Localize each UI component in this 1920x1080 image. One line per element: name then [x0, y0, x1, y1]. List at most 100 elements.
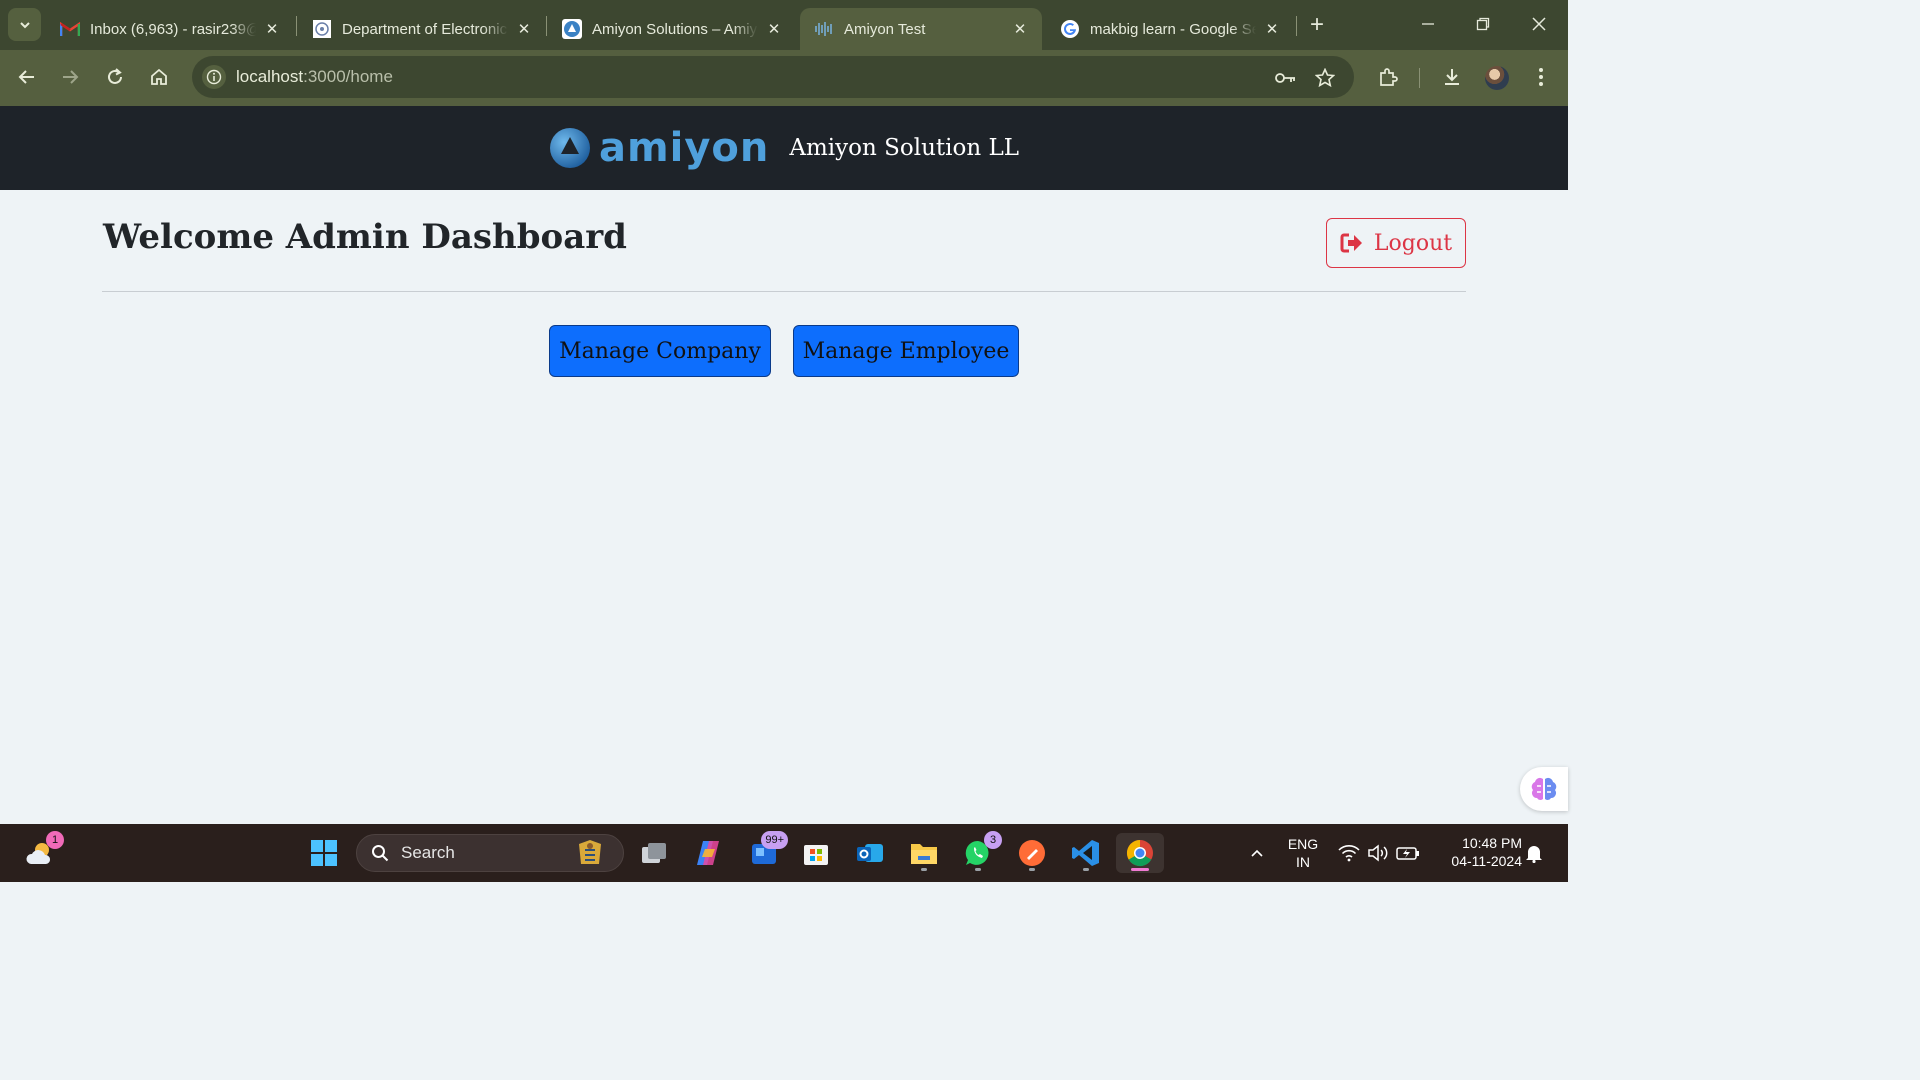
assistant-floating-button[interactable] — [1520, 767, 1568, 811]
running-indicator — [1029, 868, 1035, 871]
outlook-icon — [857, 844, 883, 862]
reload-button[interactable] — [100, 62, 130, 92]
clock-time: 10:48 PM — [1462, 835, 1522, 851]
site-info-button[interactable] — [202, 65, 226, 89]
logout-button[interactable]: Logout — [1326, 218, 1466, 268]
address-bar[interactable]: localhost:3000/home — [192, 56, 1354, 98]
kebab-menu-icon — [1539, 68, 1543, 86]
arrow-right-icon — [63, 70, 79, 84]
close-icon[interactable]: ✕ — [764, 19, 784, 39]
search-icon — [372, 845, 389, 862]
close-icon — [1532, 17, 1546, 31]
tab-separator — [546, 16, 547, 36]
downloads-button[interactable] — [1437, 62, 1467, 92]
microsoft-store-app[interactable] — [796, 833, 836, 873]
manage-company-button[interactable]: Manage Company — [549, 325, 771, 377]
folder-icon — [911, 844, 937, 864]
password-key-button[interactable] — [1274, 66, 1298, 90]
forward-button[interactable] — [55, 62, 85, 92]
url-host: localhost — [236, 67, 304, 86]
running-indicator — [975, 868, 981, 871]
minimize-button[interactable] — [1408, 8, 1448, 40]
vscode-icon — [1072, 840, 1099, 866]
language-indicator[interactable]: ENG IN — [1282, 835, 1324, 871]
close-icon[interactable]: ✕ — [262, 19, 282, 39]
clock[interactable]: 10:48 PM 04-11-2024 — [1432, 834, 1522, 870]
show-hidden-icons-button[interactable] — [1245, 841, 1269, 865]
extensions-button[interactable] — [1373, 62, 1403, 92]
speaker-icon — [1368, 844, 1388, 862]
search-placeholder: Search — [401, 843, 455, 862]
amiyon-icon — [562, 19, 582, 39]
vscode-app[interactable] — [1066, 833, 1106, 873]
running-indicator — [921, 868, 927, 871]
battery-status[interactable] — [1396, 841, 1420, 865]
restore-button[interactable] — [1463, 8, 1503, 40]
browser-menu-button[interactable] — [1526, 62, 1556, 92]
new-tab-button[interactable]: + — [1304, 11, 1330, 38]
search-highlight-icon — [579, 840, 601, 864]
tab-title: Department of Electronic — [342, 20, 508, 38]
tab-amiyon-solutions[interactable]: Amiyon Solutions – Amiy ✕ — [548, 8, 796, 50]
tab-title: Amiyon Solutions – Amiy — [592, 20, 758, 38]
tab-title: Amiyon Test — [844, 20, 926, 38]
brand-name: Amiyon Solution LL — [789, 135, 1020, 161]
postman-icon — [1019, 840, 1045, 866]
copilot-icon — [697, 841, 719, 865]
star-icon — [1315, 68, 1335, 88]
tab-title: Inbox (6,963) - rasir239@ — [90, 20, 256, 38]
task-view-button[interactable] — [634, 833, 674, 873]
clock-date: 04-11-2024 — [1451, 853, 1522, 869]
puzzle-icon — [1380, 68, 1398, 86]
weather-widget[interactable]: 1 — [20, 831, 64, 873]
taskbar-search[interactable]: Search — [356, 834, 624, 872]
chrome-app[interactable] — [1116, 833, 1164, 873]
tab-separator — [296, 16, 297, 36]
manage-employee-button[interactable]: Manage Employee — [793, 325, 1019, 377]
toolbar-divider — [1419, 68, 1420, 88]
home-button[interactable] — [144, 62, 174, 92]
outlook-app[interactable] — [850, 833, 890, 873]
running-indicator — [1083, 868, 1089, 871]
file-explorer-app[interactable] — [904, 833, 944, 873]
audio-wave-icon — [814, 19, 834, 39]
bookmark-button[interactable] — [1313, 66, 1337, 90]
start-button[interactable] — [304, 833, 344, 873]
brand-logo[interactable]: amiyon — [549, 125, 769, 171]
logo-wordmark: amiyon — [598, 125, 770, 171]
chevron-down-icon — [19, 21, 30, 28]
tab-amiyon-test[interactable]: Amiyon Test ✕ — [800, 8, 1042, 50]
tab-department[interactable]: Department of Electronic ✕ — [298, 8, 546, 50]
close-icon[interactable]: ✕ — [1010, 19, 1030, 39]
tab-google-search[interactable]: makbig learn - Google Se ✕ — [1046, 8, 1294, 50]
whatsapp-app[interactable]: 3 — [958, 831, 1002, 873]
close-window-button[interactable] — [1519, 8, 1559, 40]
url-path: :3000/home — [303, 67, 393, 86]
google-icon — [1060, 19, 1080, 39]
reload-icon — [108, 68, 122, 84]
close-icon[interactable]: ✕ — [514, 19, 534, 39]
task-view-icon — [642, 843, 666, 863]
profile-avatar[interactable] — [1485, 66, 1509, 90]
notifications-button[interactable] — [1522, 841, 1546, 865]
gmail-icon — [60, 19, 80, 39]
chrome-icon — [1126, 839, 1153, 867]
tab-gmail[interactable]: Inbox (6,963) - rasir239@ ✕ — [46, 8, 294, 50]
copilot-button[interactable] — [688, 833, 728, 873]
postman-app[interactable] — [1012, 833, 1052, 873]
browser-toolbar: localhost:3000/home — [0, 50, 1568, 106]
battery-charging-icon — [1396, 847, 1419, 860]
home-icon — [151, 68, 167, 85]
minimize-icon — [1422, 23, 1434, 25]
volume-status[interactable] — [1366, 841, 1390, 865]
tab-search-button[interactable] — [8, 8, 41, 41]
brain-icon — [1531, 777, 1557, 800]
whatsapp-badge: 3 — [984, 831, 1002, 849]
close-icon[interactable]: ✕ — [1262, 19, 1282, 39]
browser-tab-strip: Inbox (6,963) - rasir239@ ✕ Department o… — [0, 0, 1568, 50]
taskbar: 1 Search 99+ 3 ENG IN 10:48 PM 04-11-202… — [0, 824, 1568, 882]
url-text[interactable]: localhost:3000/home — [236, 67, 393, 87]
wifi-status[interactable] — [1337, 841, 1361, 865]
widgets-app[interactable]: 99+ — [744, 831, 788, 873]
back-button[interactable] — [12, 62, 42, 92]
